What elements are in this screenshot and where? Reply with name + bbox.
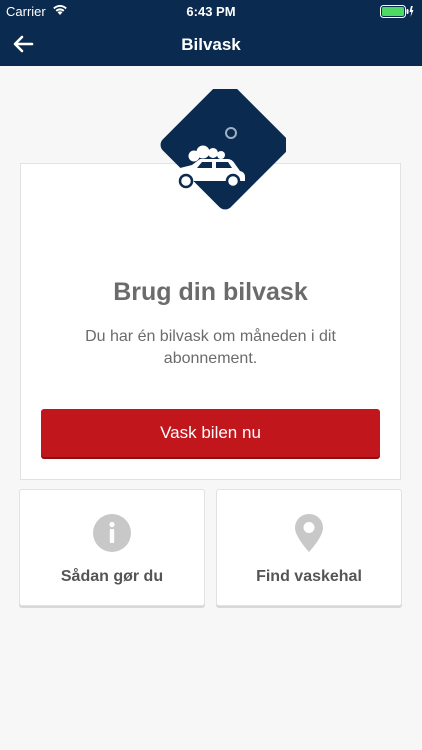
info-icon <box>20 514 204 557</box>
navigation-bar: Bilvask <box>0 22 422 66</box>
status-bar: Carrier 6:43 PM <box>0 0 422 22</box>
how-to-label: Sådan gør du <box>60 568 164 585</box>
page-title: Bilvask <box>181 35 241 54</box>
car-wash-illustration <box>136 80 290 210</box>
find-wash-label: Find vaskehal <box>256 568 362 585</box>
find-wash-tile[interactable]: Find vaskehal <box>216 489 402 606</box>
wash-car-now-button[interactable]: Vask bilen nu <box>41 409 380 457</box>
card-headline: Brug din bilvask <box>113 278 308 306</box>
how-to-tile[interactable]: Sådan gør du <box>19 489 205 606</box>
car-wash-icon <box>160 80 290 210</box>
battery-icon <box>380 5 414 21</box>
top-bar: Carrier 6:43 PM Bilvask <box>0 0 422 66</box>
location-pin-icon <box>217 514 401 557</box>
status-time: 6:43 PM <box>186 4 236 19</box>
card-description: Du har én bilvask om måneden i dit abonn… <box>85 328 336 367</box>
